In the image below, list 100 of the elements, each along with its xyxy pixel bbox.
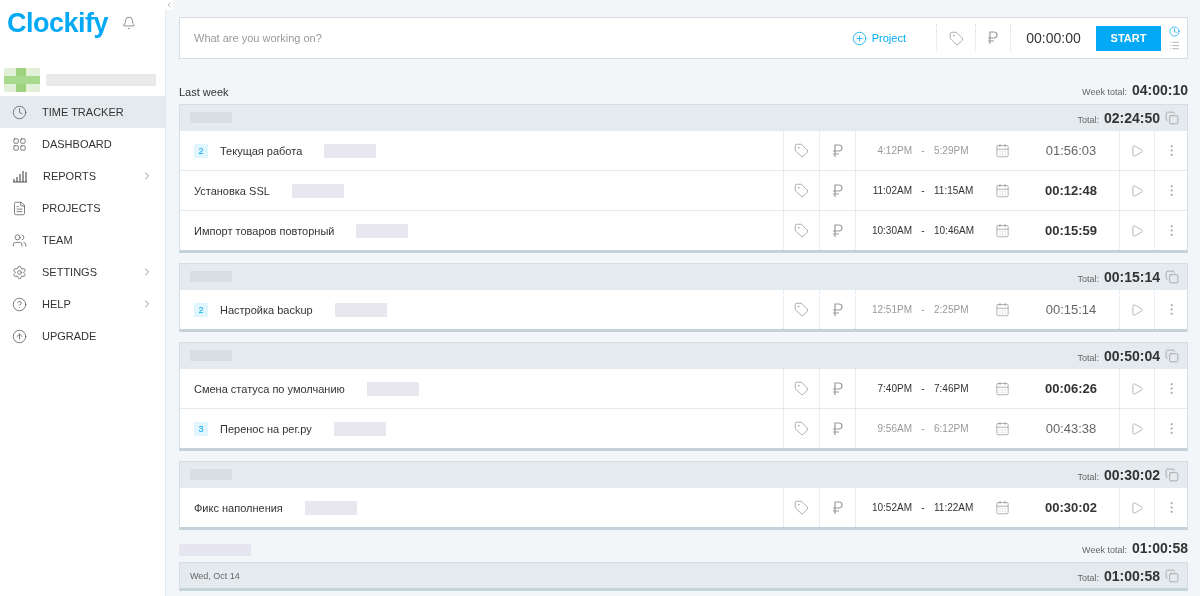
nav-item[interactable]: SETTINGS xyxy=(0,256,165,288)
day-total-label: Total: xyxy=(1077,352,1099,363)
ruble-icon[interactable] xyxy=(831,223,844,238)
ruble-icon[interactable] xyxy=(831,421,844,436)
ruble-icon[interactable] xyxy=(831,500,844,515)
blurred-project xyxy=(291,183,344,198)
collapse-button[interactable] xyxy=(165,0,173,10)
entry-description[interactable]: Настройка backup xyxy=(220,303,313,316)
manual-mode-icon[interactable] xyxy=(1168,39,1180,51)
clock-icon xyxy=(12,104,27,120)
bulk-edit-icon[interactable] xyxy=(1165,348,1179,363)
play-icon[interactable] xyxy=(1130,381,1144,396)
end-time[interactable]: 11:22AM xyxy=(934,502,974,513)
nav-item[interactable]: HELP xyxy=(0,288,165,320)
day-total: 00:50:04 xyxy=(1103,347,1160,364)
play-icon[interactable] xyxy=(1130,183,1144,198)
entry-duration[interactable]: 00:30:02 xyxy=(1023,500,1119,515)
entry-description[interactable]: Текущая работа xyxy=(220,144,303,157)
start-time[interactable]: 10:52AM xyxy=(856,502,912,513)
people-icon xyxy=(12,232,27,248)
entry-duration[interactable]: 00:12:48 xyxy=(1023,183,1119,198)
end-time[interactable]: 7:46PM xyxy=(934,383,969,394)
calendar-icon[interactable] xyxy=(994,183,1010,198)
ruble-icon[interactable] xyxy=(831,183,844,198)
timer-mode-icon[interactable] xyxy=(1168,25,1180,37)
calendar-icon[interactable] xyxy=(994,500,1010,515)
ruble-icon[interactable] xyxy=(831,143,844,158)
tag-icon[interactable] xyxy=(794,183,809,198)
week-total: 01:00:58 xyxy=(1131,540,1188,556)
day-total: 00:30:02 xyxy=(1103,466,1160,483)
nav-item[interactable]: UPGRADE xyxy=(0,320,165,352)
entry-duration[interactable]: 00:43:38 xyxy=(1023,421,1119,436)
play-icon[interactable] xyxy=(1130,500,1144,515)
play-icon[interactable] xyxy=(1130,302,1144,317)
time-separator: - xyxy=(920,304,926,315)
play-icon[interactable] xyxy=(1130,421,1144,436)
nav-item[interactable]: PROJECTS xyxy=(0,192,165,224)
ruble-icon[interactable] xyxy=(831,381,844,396)
bulk-edit-icon[interactable] xyxy=(1165,110,1179,125)
tag-icon[interactable] xyxy=(794,143,809,158)
ruble-icon[interactable] xyxy=(987,31,999,45)
time-separator: - xyxy=(920,502,926,513)
time-separator: - xyxy=(920,145,926,156)
nav-item[interactable]: TEAM xyxy=(0,224,165,256)
nav-item[interactable]: REPORTS xyxy=(0,160,165,192)
tag-icon[interactable] xyxy=(794,500,809,515)
entry-duration[interactable]: 01:56:03 xyxy=(1023,143,1119,158)
entry-description[interactable]: Смена статуса по умолчанию xyxy=(194,382,345,395)
bulk-edit-icon[interactable] xyxy=(1165,269,1179,284)
tag-icon[interactable] xyxy=(948,30,964,46)
end-time[interactable]: 10:46AM xyxy=(934,225,975,236)
settings-icon xyxy=(12,264,27,280)
blurred-project xyxy=(366,381,419,396)
tag-icon[interactable] xyxy=(794,421,809,436)
tag-icon[interactable] xyxy=(794,302,809,317)
document-icon xyxy=(12,200,27,216)
nav-item[interactable]: DASHBOARD xyxy=(0,128,165,160)
start-time[interactable]: 7:40PM xyxy=(856,383,912,394)
calendar-icon[interactable] xyxy=(994,302,1010,317)
start-time[interactable]: 10:30AM xyxy=(856,225,912,236)
start-time[interactable]: 11:02AM xyxy=(856,185,912,196)
week-total: 04:00:10 xyxy=(1131,82,1188,98)
calendar-icon[interactable] xyxy=(994,421,1010,436)
bulk-edit-icon[interactable] xyxy=(1165,467,1179,482)
calendar-icon[interactable] xyxy=(994,223,1010,238)
bell-icon[interactable] xyxy=(122,16,137,30)
upload-icon xyxy=(12,328,27,344)
blurred-project xyxy=(333,421,386,436)
day-total-label: Total: xyxy=(1077,273,1099,284)
entry-description[interactable]: Фикс наполнения xyxy=(194,501,283,514)
nav-item[interactable]: TIME TRACKER xyxy=(0,96,165,128)
tag-icon[interactable] xyxy=(794,381,809,396)
play-icon[interactable] xyxy=(1130,223,1144,238)
play-icon[interactable] xyxy=(1130,143,1144,158)
blurred-project xyxy=(304,500,357,515)
blurred-avatar xyxy=(4,68,40,92)
entry-description[interactable]: Перенос на рег.ру xyxy=(220,422,312,435)
calendar-icon[interactable] xyxy=(994,381,1010,396)
ruble-icon[interactable] xyxy=(831,302,844,317)
week-total-label: Week total: xyxy=(1082,87,1127,97)
entry-duration[interactable]: 00:06:26 xyxy=(1023,381,1119,396)
week-total-label: Week total: xyxy=(1082,545,1127,555)
entry-description[interactable]: Установка SSL xyxy=(194,184,270,197)
tag-icon[interactable] xyxy=(794,223,809,238)
day-total: 00:15:14 xyxy=(1103,268,1160,285)
day-date: Wed, Oct 14 xyxy=(190,570,240,581)
calendar-icon[interactable] xyxy=(994,143,1010,158)
time-separator: - xyxy=(920,423,926,434)
plus-icon xyxy=(851,30,867,46)
end-time[interactable]: 11:15AM xyxy=(934,185,974,196)
day-total: 01:00:58 xyxy=(1103,567,1160,584)
blurred-project xyxy=(356,223,409,238)
blurred-project xyxy=(334,302,387,317)
grid-icon xyxy=(12,136,27,152)
entry-description[interactable]: Импорт товаров повторный xyxy=(194,224,335,237)
entry-duration[interactable]: 00:15:14 xyxy=(1023,302,1119,317)
week-label: Last week xyxy=(179,86,229,98)
bulk-edit-icon[interactable] xyxy=(1165,568,1179,583)
entry-duration[interactable]: 00:15:59 xyxy=(1023,223,1119,238)
time-separator: - xyxy=(920,185,926,196)
